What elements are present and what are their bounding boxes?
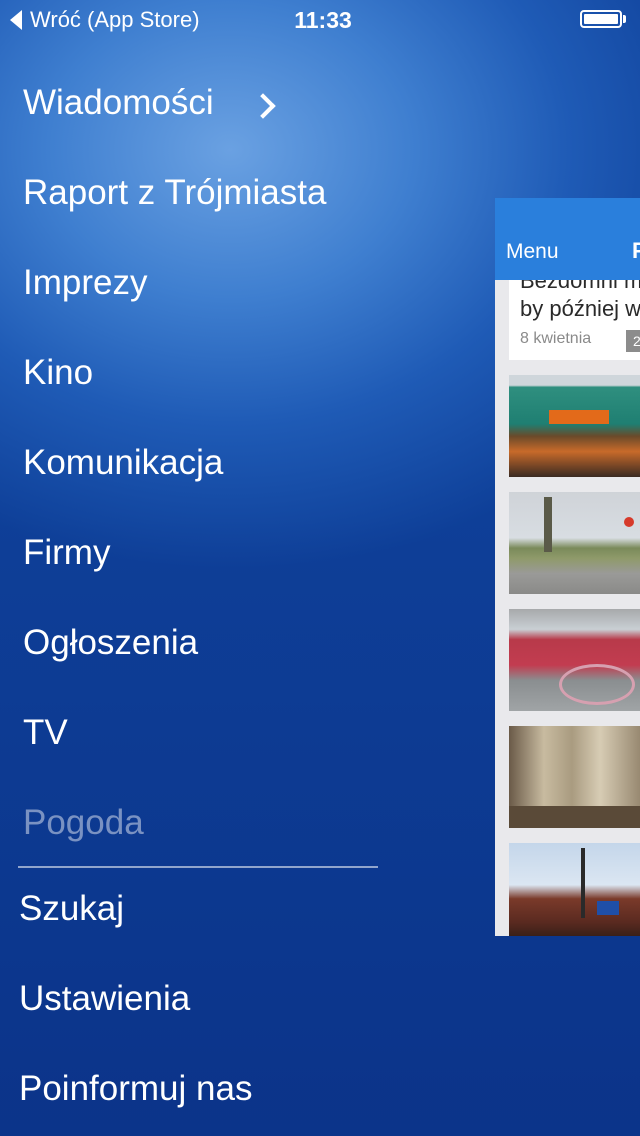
news-thumbnail[interactable] — [509, 492, 640, 594]
comment-count-badge: 29 — [626, 330, 640, 352]
thumbnail-detail — [581, 848, 585, 918]
menu-item-poinformuj[interactable]: Poinformuj nas — [19, 1069, 252, 1109]
battery-tip — [623, 15, 626, 23]
status-time: 11:33 — [294, 7, 352, 33]
article-title-line2: by później w — [520, 296, 640, 321]
panel-nav-bar: Menu F — [495, 198, 640, 280]
thumbnail-detail — [509, 806, 640, 828]
status-bar: Wróć (App Store) 11:33 — [0, 0, 640, 40]
battery-icon — [580, 10, 622, 28]
main-content-panel[interactable]: Menu F Bezdomni m by później w 8 kwietni… — [495, 198, 640, 936]
menu-item-komunikacja[interactable]: Komunikacja — [23, 443, 223, 483]
news-thumbnail[interactable] — [509, 375, 640, 477]
menu-item-ogloszenia[interactable]: Ogłoszenia — [23, 623, 198, 663]
article-card[interactable]: Bezdomni m by później w 8 kwietnia 29 — [509, 280, 640, 360]
thumbnail-detail — [544, 497, 552, 552]
menu-item-imprezy[interactable]: Imprezy — [23, 263, 147, 303]
article-title-line1: Bezdomni m — [520, 280, 640, 293]
menu-item-szukaj[interactable]: Szukaj — [19, 889, 124, 929]
menu-item-ustawienia[interactable]: Ustawienia — [19, 979, 190, 1019]
menu-item-firmy[interactable]: Firmy — [23, 533, 110, 573]
thumbnail-detail — [597, 901, 619, 915]
thumbnail-detail — [549, 410, 609, 424]
menu-item-raport[interactable]: Raport z Trójmiasta — [23, 173, 326, 213]
menu-divider — [18, 866, 378, 868]
menu-item-kino[interactable]: Kino — [23, 353, 93, 393]
chevron-right-icon[interactable] — [250, 93, 276, 119]
menu-item-wiadomosci[interactable]: Wiadomości — [23, 83, 214, 123]
news-thumbnail[interactable] — [509, 609, 640, 711]
news-thumbnail[interactable] — [509, 726, 640, 828]
news-thumbnail[interactable] — [509, 843, 640, 936]
menu-item-pogoda[interactable]: Pogoda — [23, 803, 144, 843]
menu-item-tv[interactable]: TV — [23, 713, 68, 753]
thumbnail-detail — [624, 517, 634, 527]
panel-menu-button[interactable]: Menu — [506, 240, 559, 264]
panel-title: F — [632, 238, 640, 263]
article-date: 8 kwietnia — [520, 330, 592, 347]
thumbnail-detail — [559, 664, 635, 705]
